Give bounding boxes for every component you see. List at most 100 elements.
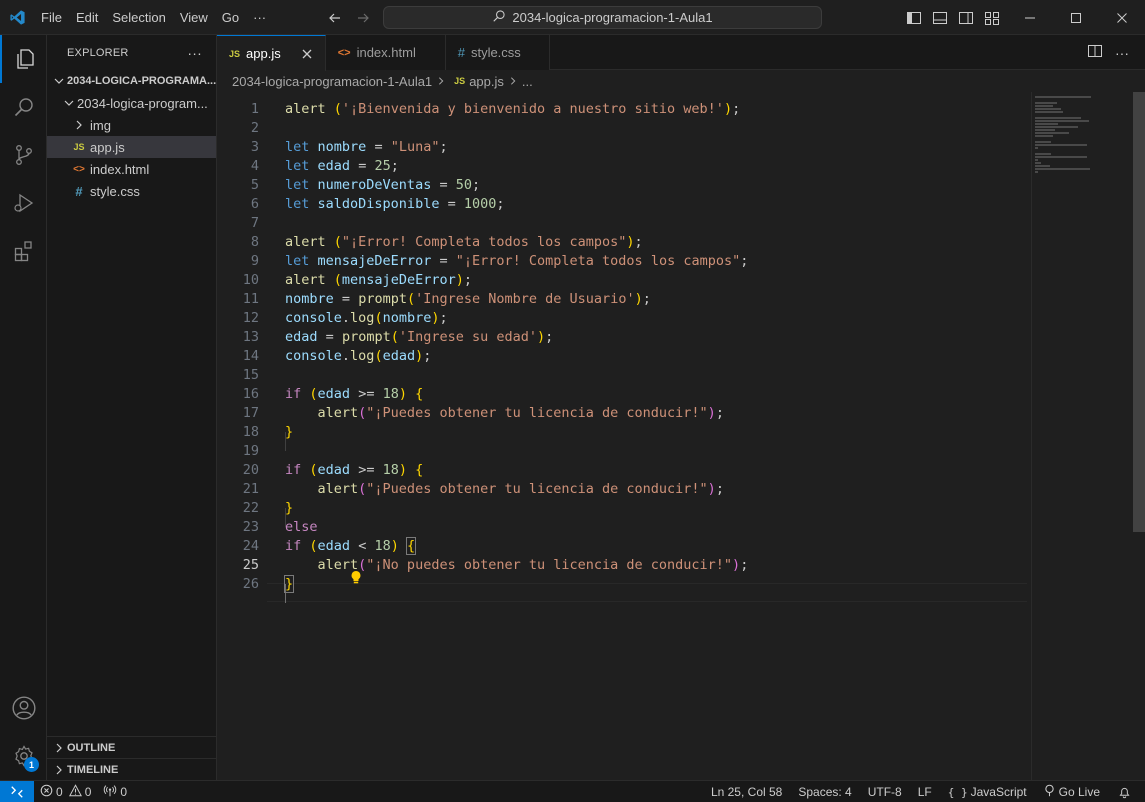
command-center-label: 2034-logica-programacion-1-Aula1 bbox=[512, 10, 713, 25]
status-bar: 0 0 0 Ln 25, Col 58 Spaces: 4 UTF-8 LF {… bbox=[0, 780, 1145, 802]
run-debug-icon[interactable] bbox=[0, 179, 47, 227]
breadcrumb-symbol[interactable]: ... bbox=[522, 74, 533, 89]
explorer-more-actions[interactable]: ··· bbox=[187, 45, 202, 61]
chevron-right-icon bbox=[71, 117, 87, 133]
file-index-html-label: index.html bbox=[90, 161, 150, 177]
file-app-js[interactable]: JS app.js bbox=[47, 136, 216, 158]
broadcast-icon bbox=[1043, 784, 1056, 800]
tab-app-js[interactable]: JS app.js bbox=[217, 35, 326, 71]
code-line: 19 bbox=[242, 442, 259, 459]
settings-gear-icon[interactable]: 1 bbox=[0, 732, 47, 780]
breadcrumb-folder[interactable]: 2034-logica-programacion-1-Aula1 bbox=[232, 74, 432, 89]
problems-status[interactable]: 0 0 bbox=[34, 781, 97, 802]
explorer-sidebar: EXPLORER ··· 2034-LOGICA-PROGRAMA... 203… bbox=[47, 35, 217, 780]
encoding-status[interactable]: UTF-8 bbox=[862, 781, 908, 802]
breadcrumb-file[interactable]: app.js bbox=[469, 74, 504, 89]
code-line: 6 let saldoDisponible = 1000; bbox=[250, 195, 505, 212]
accounts-icon[interactable] bbox=[0, 684, 47, 732]
more-actions-icon[interactable]: ··· bbox=[1115, 45, 1129, 61]
toggle-secondary-sidebar-icon[interactable] bbox=[958, 10, 974, 26]
ports-count: 0 bbox=[120, 784, 128, 799]
outline-section[interactable]: OUTLINE bbox=[47, 736, 217, 758]
menu-go[interactable]: Go bbox=[215, 0, 246, 35]
search-activity-icon[interactable] bbox=[0, 83, 47, 131]
code-line: 14 console.log(edad); bbox=[242, 347, 432, 364]
code-line: 7 bbox=[250, 214, 259, 231]
close-window-icon[interactable] bbox=[1099, 0, 1145, 35]
menu-view[interactable]: View bbox=[173, 0, 215, 35]
language-mode[interactable]: { } JavaScript bbox=[942, 781, 1033, 802]
code-line: 10 alert (mensajeDeError); bbox=[242, 271, 472, 288]
code-line: 23 else bbox=[242, 518, 318, 535]
code-line: 18 } bbox=[242, 423, 294, 440]
close-icon[interactable] bbox=[299, 46, 315, 62]
editor-group: JS app.js <> index.html # style.css ··· … bbox=[217, 35, 1145, 780]
code-line: 9 let mensajeDeError = "¡Error! Completa… bbox=[250, 252, 749, 269]
minimize-icon[interactable] bbox=[1007, 0, 1053, 35]
menu-selection[interactable]: Selection bbox=[105, 0, 172, 35]
back-arrow-icon[interactable] bbox=[326, 9, 344, 27]
forward-arrow-icon[interactable] bbox=[354, 9, 372, 27]
menu-bar: File Edit Selection View Go ··· bbox=[34, 0, 273, 35]
js-file-icon: JS bbox=[73, 142, 85, 152]
maximize-icon[interactable] bbox=[1053, 0, 1099, 35]
eol-status[interactable]: LF bbox=[912, 781, 938, 802]
code-line: 3 let nombre = "Luna"; bbox=[250, 138, 448, 155]
code-line: 15 bbox=[242, 366, 259, 383]
folder-img-label: img bbox=[90, 117, 111, 133]
cursor-position[interactable]: Ln 25, Col 58 bbox=[705, 781, 788, 802]
file-style-css[interactable]: # style.css bbox=[47, 180, 216, 202]
command-center-search[interactable]: 2034-logica-programacion-1-Aula1 bbox=[383, 6, 822, 29]
braces-icon: { } bbox=[947, 785, 968, 799]
code-line: 21 alert("¡Puedes obtener tu licencia de… bbox=[242, 480, 724, 497]
code-line: 8 alert ("¡Error! Completa todos los cam… bbox=[250, 233, 643, 250]
css-file-icon: # bbox=[457, 45, 465, 60]
activity-bar: 1 bbox=[0, 35, 47, 780]
editor-tabs: JS app.js <> index.html # style.css ··· bbox=[217, 35, 1145, 71]
indentation-status[interactable]: Spaces: 4 bbox=[792, 781, 857, 802]
toggle-primary-sidebar-icon[interactable] bbox=[906, 10, 922, 26]
code-line: 26 } bbox=[242, 574, 295, 593]
notifications-bell-icon[interactable] bbox=[1112, 781, 1137, 802]
vscode-logo-icon bbox=[0, 0, 34, 35]
radio-tower-icon bbox=[103, 784, 117, 800]
search-icon bbox=[492, 9, 506, 26]
breadcrumb: 2034-logica-programacion-1-Aula1 JS app.… bbox=[217, 70, 1145, 92]
menu-more[interactable]: ··· bbox=[246, 0, 273, 35]
remote-indicator-icon[interactable] bbox=[0, 780, 34, 802]
customize-layout-icon[interactable] bbox=[984, 10, 1000, 26]
warning-icon bbox=[68, 783, 82, 800]
explorer-icon[interactable] bbox=[0, 35, 47, 83]
menu-file[interactable]: File bbox=[34, 0, 69, 35]
js-file-icon: JS bbox=[229, 48, 241, 59]
warning-count: 0 bbox=[84, 784, 92, 799]
timeline-label: TIMELINE bbox=[67, 763, 119, 776]
minimap[interactable] bbox=[1035, 92, 1145, 780]
tab-index-html[interactable]: <> index.html bbox=[325, 35, 446, 70]
code-line: 12 console.log(nombre); bbox=[242, 309, 448, 326]
go-live-button[interactable]: Go Live bbox=[1037, 781, 1106, 802]
tab-app-js-label: app.js bbox=[246, 46, 281, 61]
folder-project[interactable]: 2034-logica-program... bbox=[47, 92, 216, 114]
file-index-html[interactable]: <> index.html bbox=[47, 158, 216, 180]
error-count: 0 bbox=[56, 784, 63, 799]
source-control-icon[interactable] bbox=[0, 131, 47, 179]
ports-status[interactable]: 0 bbox=[97, 781, 133, 802]
explorer-title: EXPLORER bbox=[67, 46, 129, 59]
extensions-icon[interactable] bbox=[0, 227, 47, 275]
chevron-right-icon bbox=[436, 74, 446, 89]
code-line: 1 alert ('¡Bienvenida y bienvenido a nue… bbox=[250, 100, 741, 117]
code-editor[interactable]: 1 alert ('¡Bienvenida y bienvenido a nue… bbox=[217, 92, 1145, 780]
folder-img[interactable]: img bbox=[47, 114, 216, 136]
vertical-scrollbar[interactable] bbox=[1133, 92, 1145, 532]
chevron-down-icon bbox=[51, 73, 67, 89]
workspace-root[interactable]: 2034-LOGICA-PROGRAMA... bbox=[47, 70, 216, 92]
error-icon bbox=[40, 784, 53, 800]
tab-style-css[interactable]: # style.css bbox=[445, 35, 550, 70]
settings-update-badge: 1 bbox=[24, 757, 39, 772]
timeline-section[interactable]: TIMELINE bbox=[47, 758, 217, 780]
editor-ruler bbox=[1031, 92, 1032, 780]
split-editor-icon[interactable] bbox=[1087, 43, 1103, 62]
toggle-panel-icon[interactable] bbox=[932, 10, 948, 26]
menu-edit[interactable]: Edit bbox=[69, 0, 105, 35]
